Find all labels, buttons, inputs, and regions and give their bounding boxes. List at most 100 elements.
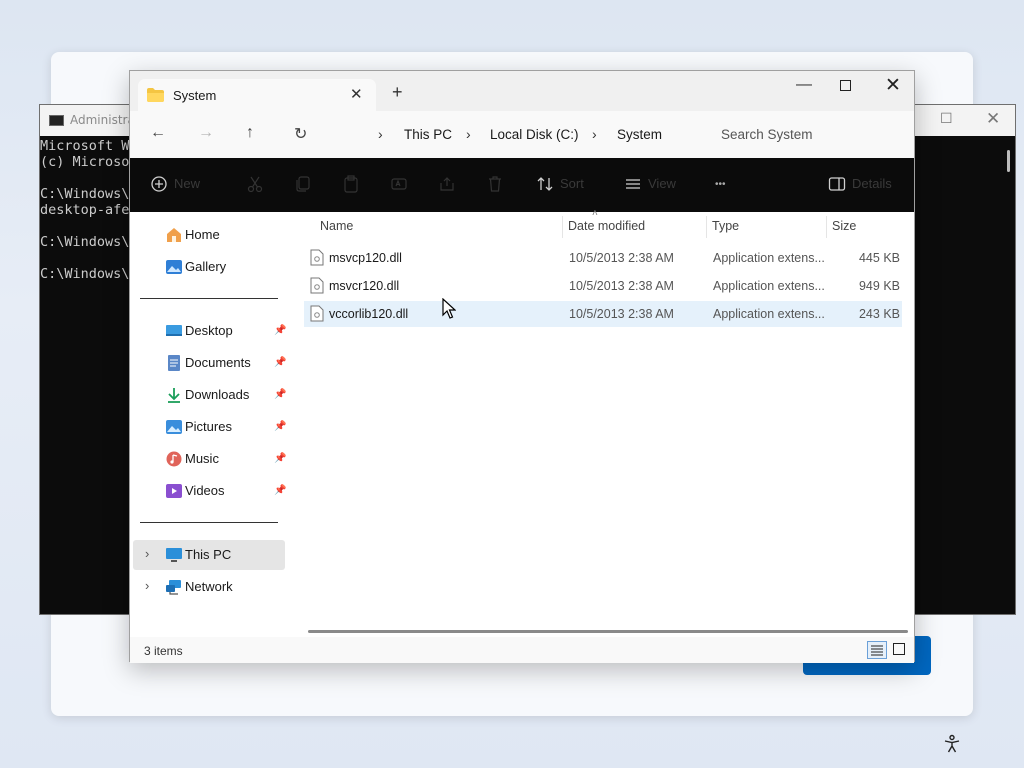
file-date: 10/5/2013 2:38 AM xyxy=(569,251,674,265)
chevron-right-icon[interactable]: › xyxy=(145,546,149,561)
navigation-pane: Home Gallery Desktop 📌 Documents 📌 Downl… xyxy=(130,212,290,624)
pin-icon[interactable]: 📌 xyxy=(274,389,286,400)
paste-icon[interactable] xyxy=(342,175,360,193)
pin-icon[interactable]: 📌 xyxy=(274,357,286,368)
sidebar-item-documents[interactable]: Documents 📌 xyxy=(133,348,286,378)
more-options-button[interactable]: ••• xyxy=(715,179,726,190)
horizontal-scrollbar[interactable] xyxy=(308,630,908,633)
file-explorer-window[interactable]: System ✕ + — ✕ ← → ↑ ↻ › This PC › Local… xyxy=(129,70,915,663)
sort-button[interactable]: Sort xyxy=(560,176,584,191)
details-view-icon[interactable] xyxy=(867,641,887,659)
new-button[interactable]: New xyxy=(174,176,200,191)
pin-icon[interactable]: 📌 xyxy=(274,485,286,496)
cmd-line: desktop-afel xyxy=(40,202,138,218)
column-divider[interactable] xyxy=(706,216,707,238)
sidebar-item-gallery[interactable]: Gallery xyxy=(133,252,285,282)
maximize-icon[interactable] xyxy=(840,80,851,91)
column-header-date-modified[interactable]: Date modified xyxy=(568,219,645,233)
breadcrumb-system[interactable]: System xyxy=(617,127,662,142)
dll-file-icon xyxy=(310,277,324,294)
sidebar-item-pictures[interactable]: Pictures 📌 xyxy=(133,412,286,442)
sidebar-item-downloads[interactable]: Downloads 📌 xyxy=(133,380,286,410)
pictures-icon xyxy=(165,419,183,435)
sort-ascending-icon: ˄ xyxy=(592,208,598,219)
copy-icon[interactable] xyxy=(294,175,312,193)
sidebar-item-label: Downloads xyxy=(185,387,250,402)
chevron-right-icon[interactable]: › xyxy=(466,126,471,142)
sidebar-item-home[interactable]: Home xyxy=(133,220,285,250)
command-bar: New Sort View ••• Details xyxy=(130,158,914,212)
table-row[interactable]: msvcp120.dll 10/5/2013 2:38 AM Applicati… xyxy=(304,245,902,271)
close-tab-icon[interactable]: ✕ xyxy=(350,85,363,103)
home-icon xyxy=(165,227,183,243)
sidebar-item-videos[interactable]: Videos 📌 xyxy=(133,476,286,506)
cmd-line xyxy=(40,218,138,234)
sidebar-item-this-pc[interactable]: › This PC xyxy=(133,540,285,570)
new-tab-button[interactable]: + xyxy=(392,83,403,101)
details-pane-icon[interactable] xyxy=(828,175,846,193)
cmd-scrollbar[interactable] xyxy=(1007,150,1010,172)
share-icon[interactable] xyxy=(438,175,456,193)
refresh-icon[interactable]: ↻ xyxy=(294,124,307,144)
downloads-icon xyxy=(165,387,183,403)
file-size: 243 KB xyxy=(858,307,900,321)
tab-bar: System ✕ + — ✕ xyxy=(130,71,914,111)
file-type: Application extens... xyxy=(713,279,825,293)
music-icon xyxy=(165,451,183,467)
breadcrumb[interactable]: › This PC › Local Disk (C:) › System xyxy=(333,121,690,149)
sidebar-item-desktop[interactable]: Desktop 📌 xyxy=(133,316,286,346)
cmd-line: (c) Microso xyxy=(40,154,130,170)
back-icon[interactable]: ← xyxy=(150,124,166,142)
delete-icon[interactable] xyxy=(486,175,504,193)
documents-icon xyxy=(165,355,183,371)
cmd-output[interactable]: Microsoft Wi (c) Microso C:\Windows\S desk… xyxy=(40,136,138,282)
column-header-name[interactable]: Name xyxy=(320,219,353,233)
sort-icon[interactable] xyxy=(536,175,554,193)
cmd-line xyxy=(40,170,138,186)
close-icon[interactable]: ✕ xyxy=(885,74,901,97)
breadcrumb-local-disk[interactable]: Local Disk (C:) xyxy=(490,127,579,142)
chevron-right-icon[interactable]: › xyxy=(592,126,597,142)
cut-icon[interactable] xyxy=(246,175,264,193)
cmd-icon xyxy=(49,115,64,126)
pin-icon[interactable]: 📌 xyxy=(274,421,286,432)
file-type: Application extens... xyxy=(713,307,825,321)
minimize-icon[interactable]: — xyxy=(796,76,812,94)
file-size: 949 KB xyxy=(858,279,900,293)
column-divider[interactable] xyxy=(826,216,827,238)
column-header-size[interactable]: Size xyxy=(832,219,856,233)
maximize-icon[interactable]: ☐ xyxy=(940,111,953,127)
large-icons-view-icon[interactable] xyxy=(893,643,905,655)
folder-icon xyxy=(147,88,164,102)
videos-icon xyxy=(165,483,183,499)
details-button[interactable]: Details xyxy=(852,176,892,191)
table-row[interactable]: vccorlib120.dll 10/5/2013 2:38 AM Applic… xyxy=(304,301,902,327)
sidebar-item-label: Desktop xyxy=(185,323,233,338)
accessibility-icon[interactable] xyxy=(942,734,962,754)
sidebar-item-network[interactable]: › Network xyxy=(133,572,285,602)
new-icon[interactable] xyxy=(150,175,168,193)
up-icon[interactable]: ↑ xyxy=(246,124,254,142)
network-icon xyxy=(165,579,183,595)
table-row[interactable]: msvcr120.dll 10/5/2013 2:38 AM Applicati… xyxy=(304,273,902,299)
forward-icon[interactable]: → xyxy=(198,124,214,142)
pin-icon[interactable]: 📌 xyxy=(274,453,286,464)
cmd-line: C:\Windows\S xyxy=(40,234,138,250)
chevron-right-icon[interactable]: › xyxy=(145,578,149,593)
breadcrumb-this-pc[interactable]: This PC xyxy=(404,127,452,142)
sidebar-item-label: This PC xyxy=(185,547,232,562)
rename-icon[interactable] xyxy=(390,175,408,193)
dll-file-icon xyxy=(310,249,324,266)
column-header-type[interactable]: Type xyxy=(712,219,739,233)
file-name: msvcp120.dll xyxy=(329,251,402,265)
tab-system[interactable]: System ✕ xyxy=(138,79,376,111)
view-button[interactable]: View xyxy=(648,176,676,191)
file-name: msvcr120.dll xyxy=(329,279,400,293)
this-pc-icon xyxy=(165,547,183,563)
close-icon[interactable]: ✕ xyxy=(986,109,1000,129)
view-icon[interactable] xyxy=(624,175,642,193)
sidebar-item-music[interactable]: Music 📌 xyxy=(133,444,286,474)
pin-icon[interactable]: 📌 xyxy=(274,325,286,336)
column-divider[interactable] xyxy=(562,216,563,238)
search-input[interactable]: Search System xyxy=(710,121,910,149)
